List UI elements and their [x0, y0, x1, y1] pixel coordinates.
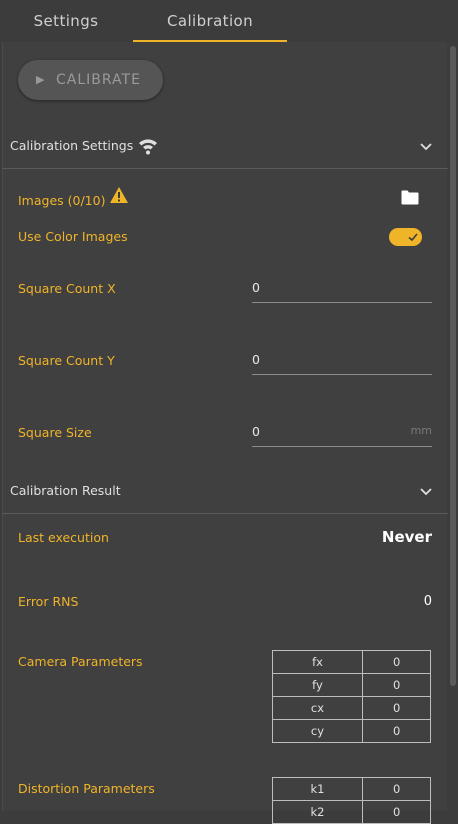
param-name: fx [272, 650, 363, 674]
tab-bar: Settings Calibration [0, 0, 458, 42]
divider [2, 513, 448, 514]
param-name: fy [272, 673, 363, 697]
calibration-settings-header[interactable]: Calibration Settings [10, 131, 434, 161]
folder-icon[interactable] [401, 190, 419, 205]
square-size-unit: mm [410, 424, 432, 437]
error-rns-value: 0 [423, 594, 432, 609]
square-size-field: mm [252, 418, 432, 447]
use-color-images-label: Use Color Images [18, 229, 128, 244]
calibration-result-title: Calibration Result [10, 483, 121, 498]
toggle-knob [405, 229, 421, 245]
camera-parameters-label: Camera Parameters [18, 654, 143, 669]
chevron-down-icon[interactable] [418, 476, 434, 506]
table-row: k2 0 [272, 800, 431, 824]
play-icon: ▶ [36, 73, 46, 86]
square-count-x-field [252, 274, 432, 303]
divider [2, 168, 448, 169]
square-count-y-field [252, 346, 432, 375]
calibrate-button-label: CALIBRATE [56, 72, 141, 88]
table-row: fx 0 [272, 650, 431, 674]
square-count-y-label: Square Count Y [18, 353, 115, 368]
table-row: cx 0 [272, 696, 431, 720]
square-count-y-input[interactable] [252, 346, 382, 372]
images-label: Images (0/10) [18, 193, 106, 208]
check-icon [408, 233, 418, 242]
error-rns-label: Error RNS [18, 594, 79, 609]
chevron-down-icon[interactable] [418, 131, 434, 161]
camera-parameters-table: fx 0 fy 0 cx 0 cy 0 [272, 650, 431, 743]
use-color-images-toggle[interactable] [389, 228, 422, 246]
param-name: cx [272, 696, 363, 720]
calibrate-button[interactable]: ▶ CALIBRATE [18, 60, 163, 100]
calibration-result-header[interactable]: Calibration Result [10, 476, 434, 506]
last-execution-value: Never [381, 528, 432, 546]
param-value: 0 [362, 650, 431, 674]
distortion-parameters-label: Distortion Parameters [18, 781, 155, 796]
param-value: 0 [362, 719, 431, 743]
square-size-label: Square Size [18, 425, 92, 440]
scrollbar-thumb[interactable] [450, 46, 456, 686]
tab-calibration[interactable]: Calibration [133, 0, 287, 42]
table-row: fy 0 [272, 673, 431, 697]
param-name: k2 [272, 800, 363, 824]
tab-settings[interactable]: Settings [14, 0, 118, 42]
table-row: cy 0 [272, 719, 431, 743]
calibration-settings-title: Calibration Settings [10, 138, 134, 153]
square-count-x-input[interactable] [252, 274, 382, 300]
table-row: k1 0 [272, 777, 431, 801]
square-size-input[interactable] [252, 418, 382, 444]
last-execution-label: Last execution [18, 530, 109, 545]
param-value: 0 [362, 673, 431, 697]
param-name: cy [272, 719, 363, 743]
param-value: 0 [362, 800, 431, 824]
param-value: 0 [362, 696, 431, 720]
wifi-icon [139, 139, 157, 155]
param-name: k1 [272, 777, 363, 801]
scrollbar[interactable] [448, 42, 458, 811]
distortion-parameters-table: k1 0 k2 0 [272, 777, 431, 824]
square-count-x-label: Square Count X [18, 281, 116, 296]
warning-icon [110, 187, 128, 203]
param-value: 0 [362, 777, 431, 801]
